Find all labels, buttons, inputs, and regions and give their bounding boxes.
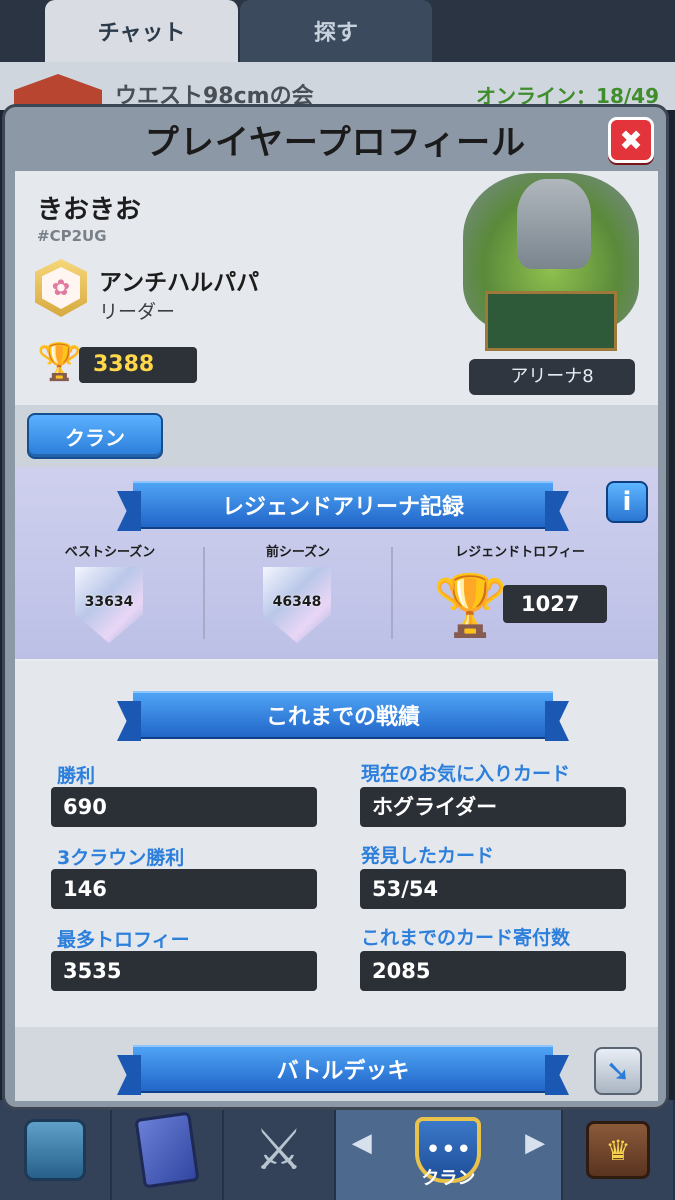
chest-icon	[23, 1119, 86, 1181]
info-button[interactable]: i	[606, 481, 648, 523]
stat-value-cards-found: 53/54	[360, 869, 626, 909]
stat-value-max-trophies: 3535	[51, 951, 317, 991]
best-season-shield-icon: 33634	[75, 567, 143, 643]
legend-arena-section: レジェンドアリーナ記録 i ベストシーズン 33634 前シーズン 46348 …	[15, 467, 658, 659]
clan-emblem-icon: ✿	[35, 259, 87, 317]
stat-label-total-donations: これまでのカード寄付数	[361, 927, 571, 949]
arena-label: アリーナ8	[469, 359, 635, 395]
profile-section: きおきお #CP2UG ✿ アンチハルパパ リーダー 🏆 3388 アリーナ8	[15, 171, 658, 405]
stat-value-wins: 690	[51, 787, 317, 827]
nav-clan-label: クラン	[421, 1168, 476, 1189]
arena-statue	[517, 179, 591, 269]
copy-arrow-icon: ➘	[605, 1053, 631, 1089]
stat-value-favorite-card: ホグライダー	[360, 787, 626, 827]
tv-royale-icon: ♛	[586, 1121, 651, 1179]
arrow-right-icon[interactable]: ▶	[525, 1128, 545, 1158]
battle-deck-section: バトルデッキ ➘	[15, 1027, 658, 1101]
bottom-nav: ⚔ ◀ ••• ▶ クラン ♛	[0, 1100, 675, 1200]
tab-search[interactable]: 探す	[240, 0, 432, 62]
stat-value-total-donations: 2085	[360, 951, 626, 991]
stat-label-three-crown-wins: 3クラウン勝利	[57, 847, 185, 869]
trophy-count: 3388	[79, 347, 197, 383]
player-clan-name[interactable]: アンチハルパパ	[99, 263, 259, 297]
prev-season-value: 46348	[272, 594, 322, 610]
copy-deck-button[interactable]: ➘	[594, 1047, 642, 1095]
career-stats-title: これまでの戦績	[133, 691, 553, 739]
player-name: きおきお	[37, 195, 142, 225]
clan-button[interactable]: クラン	[27, 413, 163, 459]
player-profile-modal: プレイヤープロフィール ✖ きおきお #CP2UG ✿ アンチハルパパ リーダー…	[2, 104, 669, 1110]
close-button[interactable]: ✖	[608, 117, 654, 163]
tab-chat[interactable]: チャット	[45, 0, 238, 62]
career-stats-section: これまでの戦績 勝利 690 現在のお気に入りカード ホグライダー 3クラウン勝…	[15, 661, 658, 1027]
modal-body: きおきお #CP2UG ✿ アンチハルパパ リーダー 🏆 3388 アリーナ8 …	[15, 171, 658, 1101]
nav-cards[interactable]	[112, 1100, 224, 1200]
modal-title: プレイヤープロフィール	[144, 123, 527, 163]
stat-label-cards-found: 発見したカード	[361, 845, 495, 867]
arrow-left-icon[interactable]: ◀	[352, 1128, 372, 1158]
nav-tv[interactable]: ♛	[563, 1100, 675, 1200]
divider	[391, 547, 393, 639]
swords-icon: ⚔	[253, 1117, 304, 1183]
nav-clan[interactable]: ◀ ••• ▶ クラン	[335, 1100, 564, 1200]
legend-arena-title: レジェンドアリーナ記録	[133, 481, 553, 529]
stat-label-favorite-card: 現在のお気に入りカード	[361, 763, 571, 785]
stat-value-three-crown-wins: 146	[51, 869, 317, 909]
sakura-icon: ✿	[42, 267, 80, 309]
cards-icon	[134, 1111, 200, 1189]
prev-season-shield-icon: 46348	[263, 567, 331, 643]
trophy-icon: 🏆	[37, 342, 82, 383]
player-clan-role: リーダー	[99, 301, 176, 323]
nav-battle[interactable]: ⚔	[224, 1100, 336, 1200]
player-tag: #CP2UG	[37, 227, 107, 245]
legend-trophy-value: 1027	[503, 585, 607, 623]
arena-gate	[485, 291, 617, 351]
best-season-value: 33634	[84, 594, 134, 610]
divider	[203, 547, 205, 639]
stat-label-wins: 勝利	[57, 765, 96, 787]
legend-trophy-label: レジェンドトロフィー	[455, 545, 585, 560]
legend-trophy-icon: 🏆	[433, 571, 508, 641]
prev-season-label: 前シーズン	[265, 545, 331, 560]
stat-label-max-trophies: 最多トロフィー	[57, 929, 190, 951]
best-season-label: ベストシーズン	[64, 545, 156, 560]
arena-image: アリーナ8	[463, 173, 639, 395]
nav-shop[interactable]	[0, 1100, 112, 1200]
battle-deck-title: バトルデッキ	[133, 1045, 553, 1093]
clan-button-row: クラン	[15, 405, 658, 467]
